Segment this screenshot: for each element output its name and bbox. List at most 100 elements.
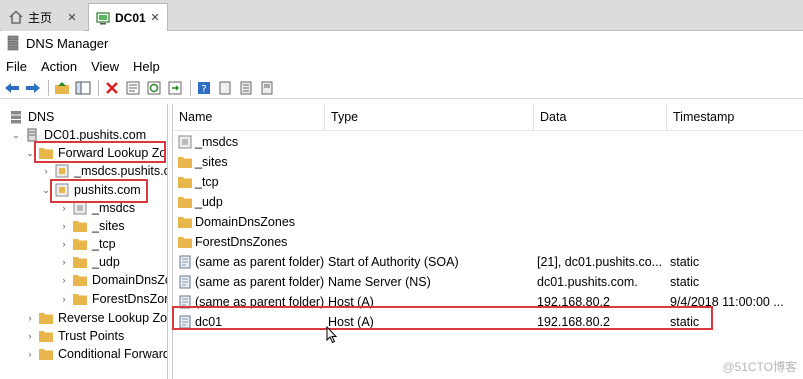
tab-dc01[interactable]: DC01 ✕	[88, 3, 168, 31]
record-detail-icon[interactable]	[259, 80, 275, 96]
chevron-right-icon[interactable]: ›	[58, 275, 70, 285]
record-data: dc01.pushits.com.	[537, 275, 638, 289]
tree-item-child[interactable]: › _udp	[58, 253, 120, 271]
tree-label: _tcp	[92, 237, 116, 251]
tree-label: DomainDnsZo	[92, 273, 168, 287]
up-folder-icon[interactable]	[54, 80, 70, 96]
menu-bar: File Action View Help	[0, 55, 803, 77]
toolbar: ?	[0, 77, 803, 99]
table-row[interactable]: DomainDnsZones	[173, 212, 803, 232]
help-icon[interactable]: ?	[196, 80, 212, 96]
tree-item-reverse-lookup[interactable]: › Reverse Lookup Zo	[24, 309, 168, 327]
record-name-cell: ForestDnsZones	[177, 232, 287, 252]
tree-item-msdcs-zone[interactable]: › _msdcs.pushits.co	[40, 162, 168, 180]
tree-item-conditional-forwarders[interactable]: › Conditional Forward	[24, 345, 168, 363]
table-row[interactable]: _sites	[173, 152, 803, 172]
column-header-type[interactable]: Type	[325, 104, 534, 130]
tree-label: pushits.com	[74, 183, 141, 197]
table-row[interactable]: (same as parent folder) Start of Authorit…	[173, 252, 803, 272]
tree-label: Trust Points	[58, 329, 125, 343]
tree-label: Conditional Forward	[58, 347, 168, 361]
column-header-data[interactable]: Data	[534, 104, 667, 130]
table-row[interactable]: (same as parent folder) Host (A) 192.168.8…	[173, 292, 803, 312]
record-name-cell: (same as parent folder)	[177, 292, 324, 312]
close-icon[interactable]: ✕	[149, 11, 161, 24]
chevron-right-icon[interactable]: ›	[58, 221, 70, 231]
tree-item-trust-points[interactable]: › Trust Points	[24, 327, 125, 345]
record-name: (same as parent folder)	[195, 295, 325, 309]
table-row[interactable]: (same as parent folder) Name Server (NS) d…	[173, 272, 803, 292]
table-row[interactable]: _tcp	[173, 172, 803, 192]
tree-item-server[interactable]: ⌄ DC01.pushits.com	[10, 126, 146, 144]
export-list-icon[interactable]	[167, 80, 183, 96]
folder-icon	[38, 329, 54, 343]
chevron-right-icon[interactable]: ›	[58, 203, 70, 213]
tree-item-child[interactable]: › ForestDnsZon	[58, 290, 168, 308]
chevron-down-icon[interactable]: ⌄	[10, 130, 22, 141]
chevron-right-icon[interactable]: ›	[58, 294, 70, 304]
chevron-right-icon[interactable]: ›	[58, 257, 70, 267]
tree-label: DNS	[28, 110, 55, 124]
chevron-down-icon[interactable]: ⌄	[40, 185, 52, 196]
record-data-cell: dc01.pushits.com.	[537, 272, 638, 292]
forward-icon[interactable]	[25, 80, 41, 96]
record-name-cell: _tcp	[177, 172, 219, 192]
chevron-right-icon[interactable]: ›	[24, 349, 36, 359]
table-row[interactable]: _udp	[173, 192, 803, 212]
tree-label: _msdcs	[92, 201, 136, 215]
record-list-icon[interactable]	[238, 80, 254, 96]
folder-icon	[38, 146, 54, 160]
tree-label: _udp	[92, 255, 120, 269]
table-row[interactable]: dc01 Host (A) 192.168.80.2 static	[173, 312, 803, 332]
folder-icon	[177, 175, 193, 189]
properties-icon[interactable]	[125, 80, 141, 96]
close-icon[interactable]: ✕	[66, 11, 78, 24]
chevron-down-icon[interactable]: ⌄	[24, 148, 36, 159]
menu-view[interactable]: View	[91, 59, 119, 74]
record-name: (same as parent folder)	[195, 255, 325, 269]
zone-icon	[54, 183, 70, 197]
chevron-right-icon[interactable]: ›	[40, 166, 52, 176]
tab-home[interactable]: 主页 ✕	[2, 3, 84, 31]
folder-icon	[72, 255, 88, 269]
record-data-cell: [21], dc01.pushits.co...	[537, 252, 662, 272]
column-header-timestamp[interactable]: Timestamp	[667, 104, 803, 130]
record-type: Name Server (NS)	[328, 275, 431, 289]
folder-icon	[72, 219, 88, 233]
record-data: 192.168.80.2	[537, 295, 610, 309]
record-timestamp-cell: static	[670, 252, 699, 272]
table-row[interactable]: ForestDnsZones	[173, 232, 803, 252]
record-type: Start of Authority (SOA)	[328, 255, 459, 269]
tree-item-child[interactable]: › _sites	[58, 217, 125, 235]
folder-icon	[72, 273, 88, 287]
folder-icon	[177, 215, 193, 229]
chevron-right-icon[interactable]: ›	[24, 313, 36, 323]
menu-action[interactable]: Action	[41, 59, 77, 74]
folder-icon	[177, 235, 193, 249]
tree-label: Reverse Lookup Zo	[58, 311, 168, 325]
column-header-name[interactable]: Name	[173, 104, 325, 130]
tree-item-child[interactable]: › DomainDnsZo	[58, 271, 168, 289]
tree-item-child[interactable]: › _tcp	[58, 235, 116, 253]
tree-item-forward-lookup[interactable]: ⌄ Forward Lookup Zo	[24, 144, 166, 162]
dns-manager-icon	[6, 35, 20, 51]
tree-item-dns[interactable]: DNS	[8, 108, 54, 126]
table-row[interactable]: _msdcs	[173, 132, 803, 152]
back-icon[interactable]	[4, 80, 20, 96]
record-icon[interactable]	[217, 80, 233, 96]
tree-item-child[interactable]: › _msdcs	[58, 199, 136, 217]
folder-icon	[72, 237, 88, 251]
record-name: _msdcs	[195, 135, 239, 149]
chevron-right-icon[interactable]: ›	[24, 331, 36, 341]
menu-file[interactable]: File	[6, 59, 27, 74]
svg-text:?: ?	[201, 84, 206, 95]
refresh-icon[interactable]	[146, 80, 162, 96]
menu-help[interactable]: Help	[133, 59, 160, 74]
tree-item-zone-pushits[interactable]: ⌄ pushits.com	[40, 181, 141, 199]
folder-icon	[72, 292, 88, 306]
chevron-right-icon[interactable]: ›	[58, 239, 70, 249]
delete-icon[interactable]	[104, 80, 120, 96]
record-name-cell: _udp	[177, 192, 223, 212]
record-name: _udp	[195, 195, 223, 209]
show-hide-tree-icon[interactable]	[75, 80, 91, 96]
